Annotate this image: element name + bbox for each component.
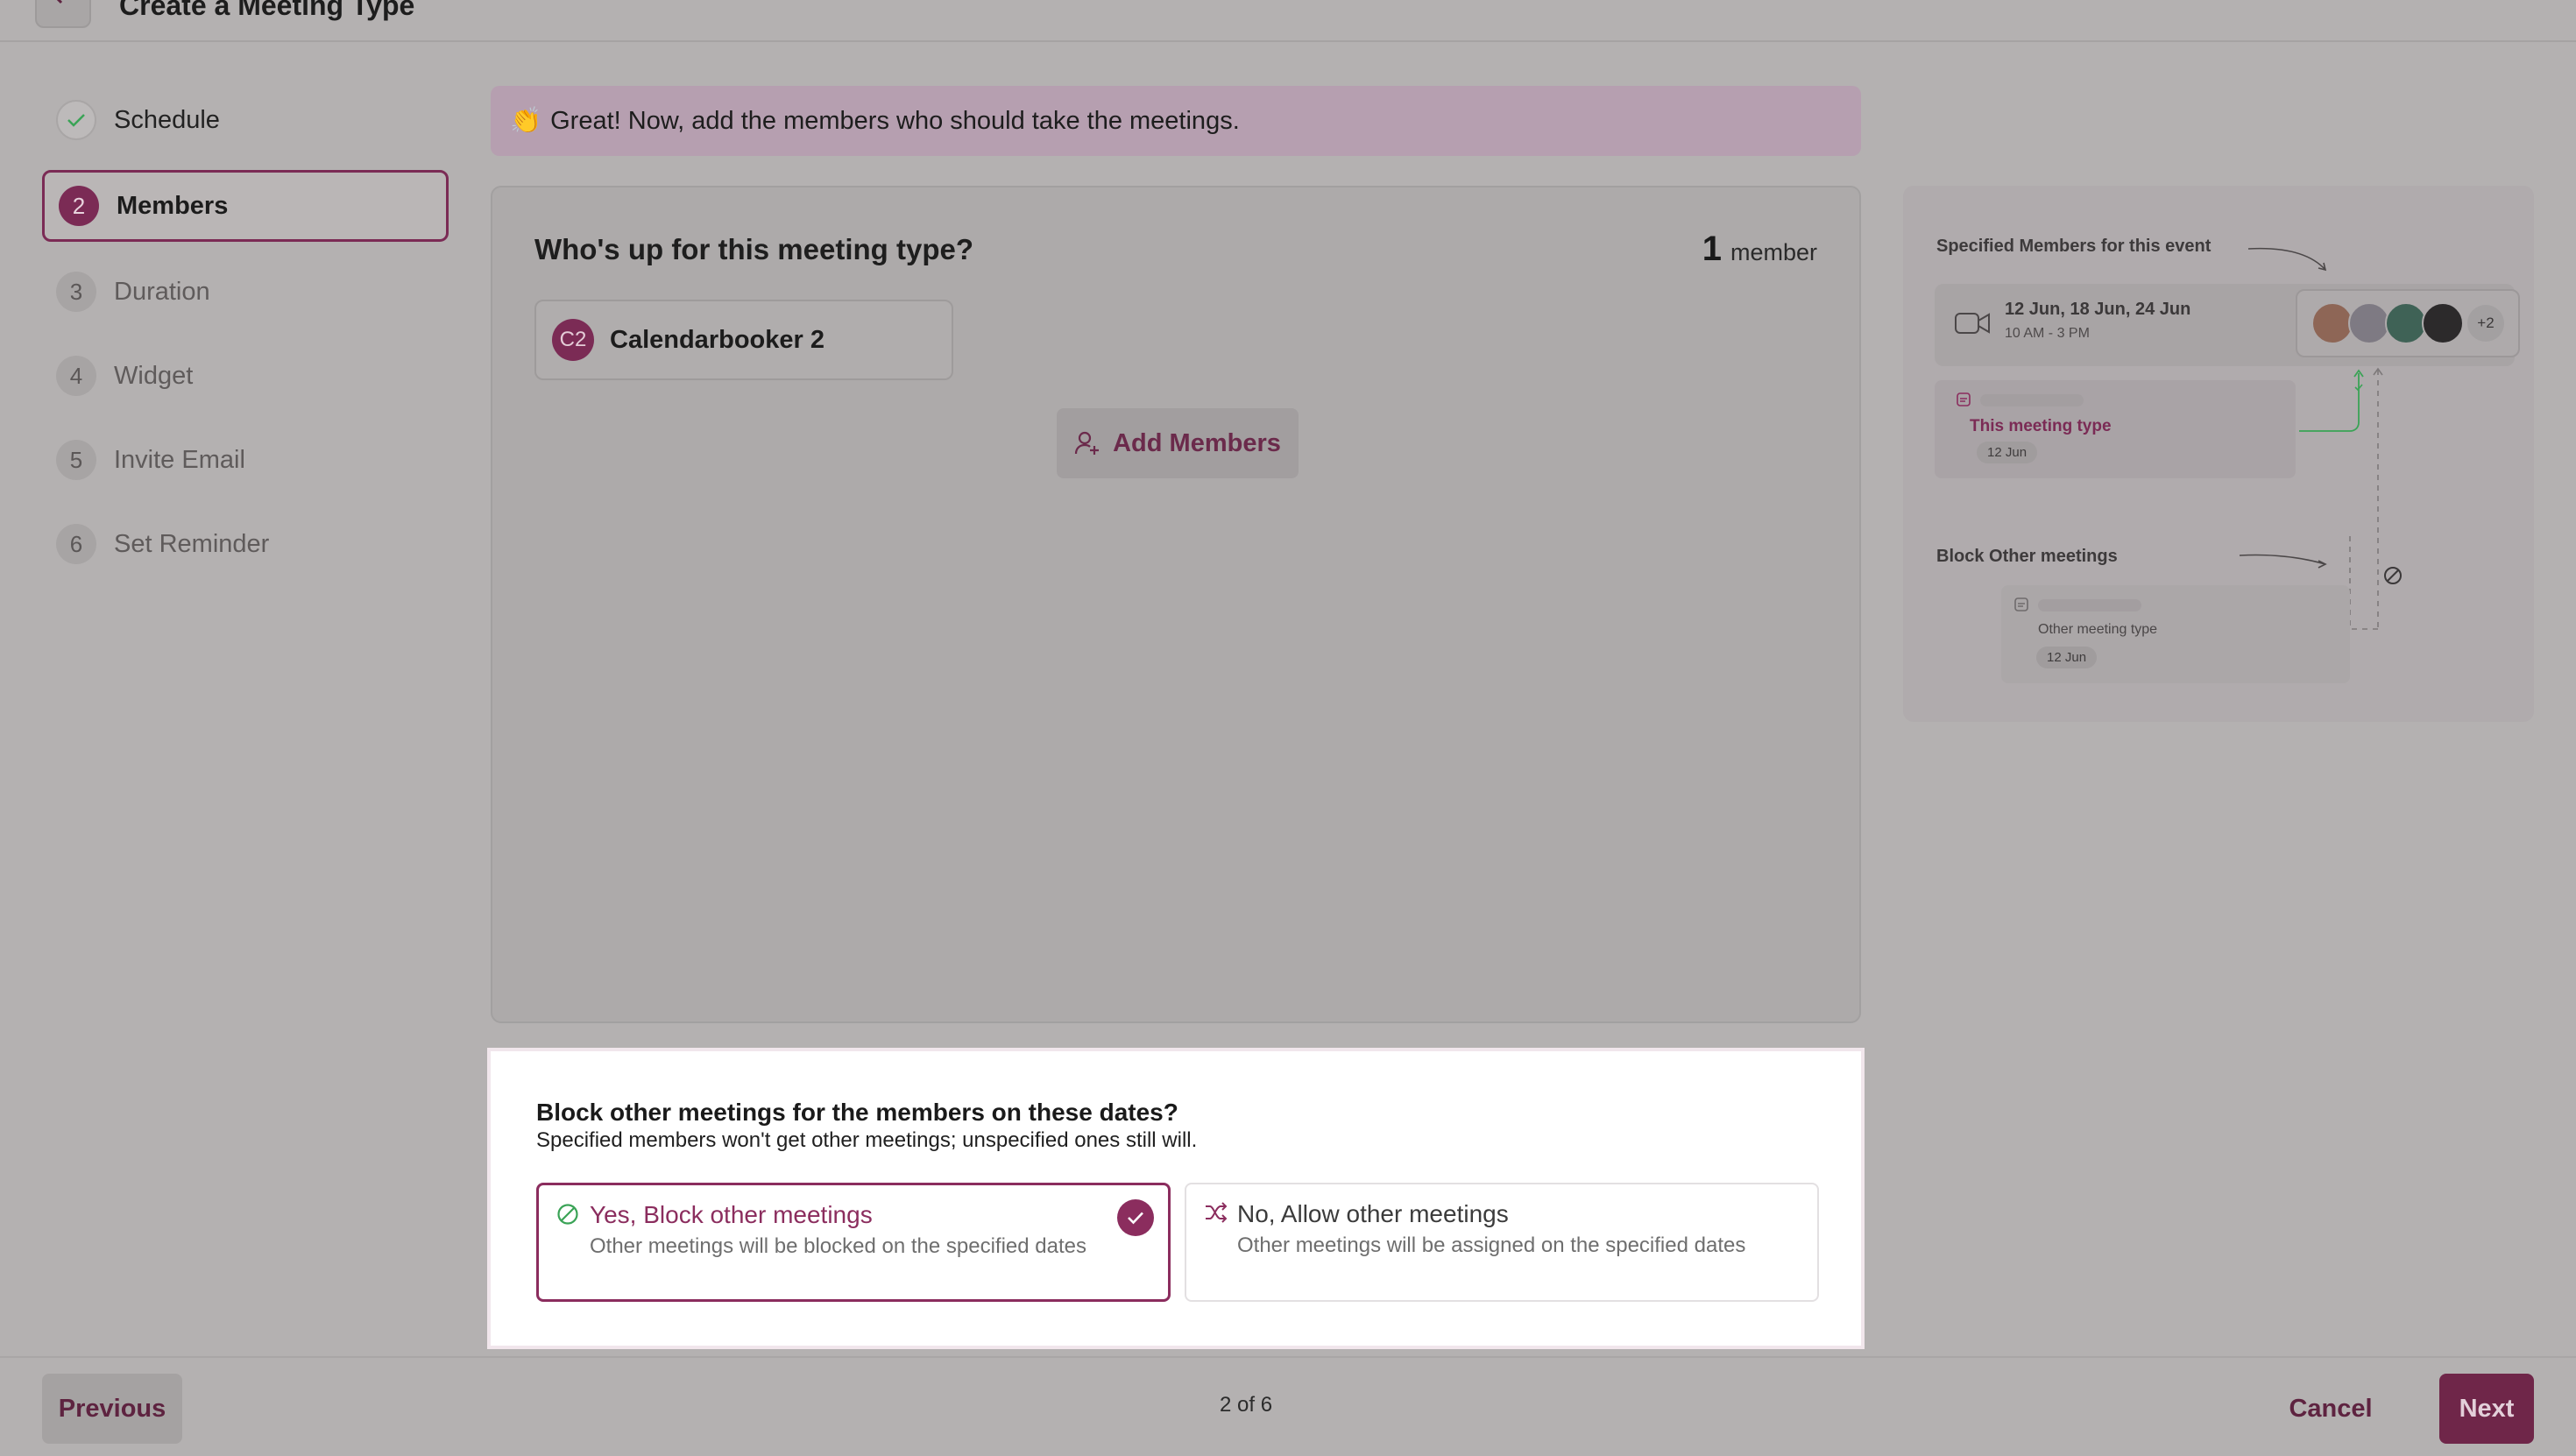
cancel-button[interactable]: Cancel: [2269, 1374, 2392, 1444]
footer-bar: Previous 2 of 6 Cancel Next: [0, 1356, 2576, 1456]
clap-icon: 👏: [510, 107, 542, 135]
block-yes-option[interactable]: Yes, Block other meetings Other meetings…: [536, 1183, 1171, 1302]
selected-check-icon: [1117, 1199, 1154, 1236]
check-icon: [56, 100, 96, 140]
step-label: Schedule: [114, 105, 220, 134]
date-pill: 12 Jun: [1977, 442, 2038, 463]
member-count-number: 1: [1702, 230, 1722, 268]
member-chip[interactable]: C2 Calendarbooker 2: [534, 300, 953, 380]
avatar: C2: [552, 319, 594, 361]
this-meeting-label: This meeting type: [1970, 417, 2112, 435]
placeholder-bar: [2038, 599, 2141, 611]
add-user-icon: [1075, 431, 1100, 455]
banner-text: Great! Now, add the members who should t…: [550, 106, 1240, 135]
step-label: Widget: [114, 361, 194, 390]
block-no-option[interactable]: No, Allow other meetings Other meetings …: [1185, 1183, 1819, 1302]
add-members-button[interactable]: Add Members: [1057, 408, 1299, 478]
illustration-panel: Specified Members for this event 12 Jun,…: [1903, 186, 2534, 722]
option-title: Yes, Block other meetings: [590, 1201, 873, 1228]
calendar-icon: [2014, 597, 2028, 611]
event-time: 10 AM - 3 PM: [2005, 326, 2090, 341]
avatar: [2311, 302, 2353, 344]
step-widget[interactable]: 4 Widget: [42, 340, 449, 412]
option-description: Other meetings will be assigned on the s…: [1237, 1233, 1746, 1257]
step-label: Invite Email: [114, 445, 245, 474]
card-title: Who's up for this meeting type?: [534, 233, 974, 265]
members-card: Who's up for this meeting type? 1 member…: [491, 186, 1861, 1023]
block-question: Block other meetings for the members on …: [536, 1099, 1178, 1126]
step-set-reminder[interactable]: 6 Set Reminder: [42, 508, 449, 580]
step-number: 6: [56, 524, 96, 564]
member-count: 1 member: [1702, 230, 1817, 269]
date-pill: 12 Jun: [2036, 647, 2098, 668]
step-schedule[interactable]: Schedule: [42, 84, 449, 156]
event-card: 12 Jun, 18 Jun, 24 Jun 10 AM - 3 PM +2: [1935, 284, 2520, 366]
back-button[interactable]: [35, 0, 91, 28]
step-invite-email[interactable]: 5 Invite Email: [42, 424, 449, 496]
this-meeting-card: This meeting type 12 Jun: [1935, 380, 2296, 478]
member-count-label: member: [1730, 239, 1817, 265]
calendar-icon: [1957, 392, 1971, 406]
specified-members-label: Specified Members for this event: [1936, 237, 2212, 256]
page-title: Create a Meeting Type: [119, 0, 415, 21]
avatar: [2422, 302, 2464, 344]
info-banner: 👏 Great! Now, add the members who should…: [491, 86, 1861, 156]
more-avatars-badge: +2: [2467, 305, 2504, 342]
step-members[interactable]: 2 Members: [42, 170, 449, 242]
step-number: 5: [56, 440, 96, 480]
arrow-left-icon: [56, 0, 63, 4]
event-dates: 12 Jun, 18 Jun, 24 Jun: [2005, 300, 2191, 319]
add-members-label: Add Members: [1113, 428, 1281, 457]
step-label: Set Reminder: [114, 529, 270, 558]
next-button[interactable]: Next: [2439, 1374, 2534, 1444]
step-number: 3: [56, 272, 96, 312]
shuffle-icon: [1206, 1202, 1228, 1223]
other-meeting-card: Other meeting type 12 Jun: [2001, 585, 2350, 683]
video-icon: [1955, 313, 1990, 334]
curved-arrow-icon: [2247, 247, 2327, 272]
step-number: 2: [59, 186, 99, 226]
placeholder-bar: [1980, 394, 2084, 406]
page-indicator: 2 of 6: [1220, 1393, 1273, 1417]
step-number: 4: [56, 356, 96, 396]
option-description: Other meetings will be blocked on the sp…: [590, 1234, 1086, 1258]
avatar: [2385, 302, 2427, 344]
top-bar: Create a Meeting Type: [0, 0, 2576, 42]
dashed-connector: [2349, 367, 2383, 630]
previous-button[interactable]: Previous: [42, 1374, 182, 1444]
option-title: No, Allow other meetings: [1237, 1200, 1509, 1227]
member-name: Calendarbooker 2: [610, 325, 824, 354]
step-duration[interactable]: 3 Duration: [42, 256, 449, 328]
block-subtitle: Specified members won't get other meetin…: [536, 1128, 1198, 1152]
block-meetings-panel: Block other meetings for the members on …: [487, 1048, 1865, 1349]
block-other-label: Block Other meetings: [1936, 547, 2118, 566]
avatar-group: +2: [2296, 289, 2520, 357]
block-circle-icon: [557, 1204, 578, 1225]
other-meeting-label: Other meeting type: [2038, 622, 2158, 637]
avatar: [2348, 302, 2390, 344]
step-label: Duration: [114, 277, 210, 306]
curved-arrow-icon: [2239, 554, 2327, 569]
block-icon: [2384, 567, 2402, 584]
step-label: Members: [117, 191, 229, 220]
